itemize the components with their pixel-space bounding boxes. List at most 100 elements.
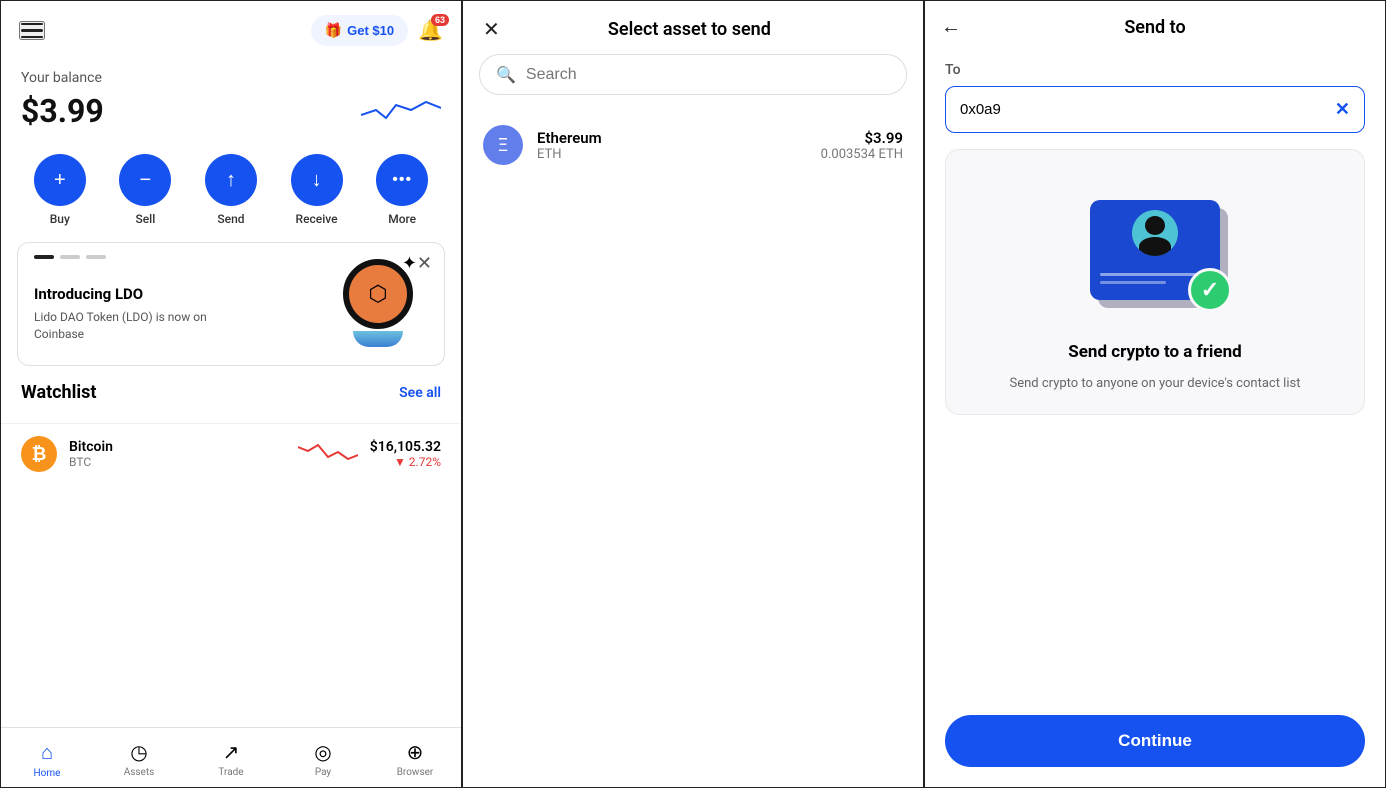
browser-icon: ⊕ [407, 740, 424, 764]
promo-text: Introducing LDO Lido DAO Token (LDO) is … [34, 285, 234, 343]
sell-button[interactable]: − [119, 154, 171, 206]
receive-button[interactable]: ↓ [291, 154, 343, 206]
get-money-button[interactable]: 🎁 Get $10 [311, 15, 408, 46]
more-button[interactable]: ••• [376, 154, 428, 206]
send-to-title: Send to [1124, 17, 1185, 38]
bitcoin-name: Bitcoin [69, 439, 286, 455]
watchlist-header: Watchlist See all [21, 382, 441, 403]
send-to-panel: ← Send to To ✕ [924, 0, 1386, 788]
balance-section: Your balance $3.99 [1, 60, 461, 146]
receive-label: Receive [296, 212, 338, 226]
bottom-nav: ⌂ Home ◷ Assets ↗ Trade ◎ Pay ⊕ Browser [1, 727, 461, 787]
address-input[interactable] [960, 101, 1327, 118]
select-asset-title: Select asset to send [608, 19, 771, 40]
ldo-inner: ⬡ [349, 265, 407, 323]
promo-dot-active [34, 255, 54, 259]
promo-description: Lido DAO Token (LDO) is now on Coinbase [34, 309, 234, 343]
trade-nav-label: Trade [218, 767, 243, 778]
send-button-wrap: ↑ Send [205, 154, 257, 226]
ethereum-icon: Ξ [483, 125, 523, 165]
watchlist-title: Watchlist [21, 382, 97, 403]
back-button[interactable]: ← [941, 16, 961, 39]
ethereum-eth-amount: 0.003534 ETH [821, 147, 903, 162]
pay-icon: ◎ [314, 740, 331, 764]
send-friend-card: ✓ Send crypto to a friend Send crypto to… [945, 149, 1365, 415]
nav-trade[interactable]: ↗ Trade [185, 736, 277, 783]
nav-assets[interactable]: ◷ Assets [93, 736, 185, 783]
bitcoin-chart [298, 437, 358, 471]
ethereum-price-info: $3.99 0.003534 ETH [821, 129, 903, 162]
to-label: To [945, 62, 1365, 78]
search-bar: 🔍 [479, 54, 907, 95]
sell-button-wrap: − Sell [119, 154, 171, 226]
assets-nav-label: Assets [124, 767, 155, 778]
contact-illustration: ✓ [1075, 170, 1235, 330]
gift-icon: 🎁 [325, 22, 342, 39]
send-to-content: To ✕ [925, 50, 1385, 715]
action-buttons: + Buy − Sell ↑ Send ↓ Receive ••• More [1, 146, 461, 242]
trade-icon: ↗ [223, 740, 240, 764]
send-friend-description: Send crypto to anyone on your device's c… [1010, 374, 1301, 394]
notification-badge: 63 [431, 14, 449, 26]
buy-label: Buy [50, 212, 70, 226]
send-label: Send [217, 212, 244, 226]
promo-image: ⬡ ✦ [338, 259, 428, 349]
bitcoin-change: ▼ 2.72% [370, 455, 441, 469]
buy-button-wrap: + Buy [34, 154, 86, 226]
more-button-wrap: ••• More [376, 154, 428, 226]
id-card-container: ✓ [1090, 200, 1220, 300]
check-badge: ✓ [1188, 268, 1232, 312]
avatar-head [1145, 216, 1165, 235]
promo-title: Introducing LDO [34, 285, 234, 303]
menu-button[interactable] [19, 21, 45, 41]
nav-home[interactable]: ⌂ Home [1, 736, 93, 783]
bitcoin-info: Bitcoin BTC [69, 439, 286, 469]
home-header: 🎁 Get $10 🔔 63 [1, 1, 461, 60]
promo-card: ✕ Introducing LDO Lido DAO Token (LDO) i… [17, 242, 445, 366]
assets-icon: ◷ [130, 740, 147, 764]
bitcoin-price: $16,105.32 [370, 439, 441, 455]
send-to-header: ← Send to [925, 1, 1385, 50]
select-asset-header: ✕ Select asset to send [463, 1, 923, 54]
address-input-wrap: ✕ [945, 86, 1365, 133]
buy-button[interactable]: + [34, 154, 86, 206]
send-button[interactable]: ↑ [205, 154, 257, 206]
search-icon: 🔍 [496, 65, 516, 84]
ldo-icon: ⬡ ✦ [343, 259, 413, 329]
promo-dots [34, 255, 106, 259]
header-right: 🎁 Get $10 🔔 63 [311, 15, 443, 46]
send-friend-title: Send crypto to a friend [1068, 342, 1241, 362]
get-money-label: Get $10 [347, 23, 394, 38]
promo-dot-3 [86, 255, 106, 259]
clear-address-button[interactable]: ✕ [1335, 99, 1350, 120]
card-line-2 [1100, 281, 1166, 284]
ldo-star-icon: ✦ [402, 253, 417, 274]
balance-label: Your balance [21, 70, 441, 86]
continue-button[interactable]: Continue [945, 715, 1365, 767]
watchlist-section: Watchlist See all [1, 366, 461, 423]
more-label: More [388, 212, 416, 226]
nav-browser[interactable]: ⊕ Browser [369, 736, 461, 783]
bitcoin-ticker: BTC [69, 455, 286, 469]
avatar-circle [1132, 210, 1178, 256]
ethereum-asset-row[interactable]: Ξ Ethereum ETH $3.99 0.003534 ETH [463, 111, 923, 179]
see-all-link[interactable]: See all [399, 385, 441, 401]
ethereum-usd: $3.99 [821, 129, 903, 147]
browser-nav-label: Browser [397, 767, 434, 778]
balance-chart [361, 90, 441, 130]
balance-row: $3.99 [21, 90, 441, 130]
notification-button[interactable]: 🔔 63 [418, 18, 443, 43]
bitcoin-icon: ₿ [21, 436, 57, 472]
sell-label: Sell [135, 212, 155, 226]
pay-nav-label: Pay [315, 767, 331, 778]
close-button[interactable]: ✕ [483, 17, 500, 42]
bitcoin-row[interactable]: ₿ Bitcoin BTC $16,105.32 ▼ 2.72% [1, 423, 461, 484]
promo-dot-2 [60, 255, 80, 259]
receive-button-wrap: ↓ Receive [291, 154, 343, 226]
nav-pay[interactable]: ◎ Pay [277, 736, 369, 783]
ethereum-info: Ethereum ETH [537, 129, 821, 162]
ldo-base [353, 331, 403, 347]
search-input[interactable] [526, 66, 890, 84]
bitcoin-price-info: $16,105.32 ▼ 2.72% [370, 439, 441, 469]
ethereum-ticker: ETH [537, 147, 821, 162]
